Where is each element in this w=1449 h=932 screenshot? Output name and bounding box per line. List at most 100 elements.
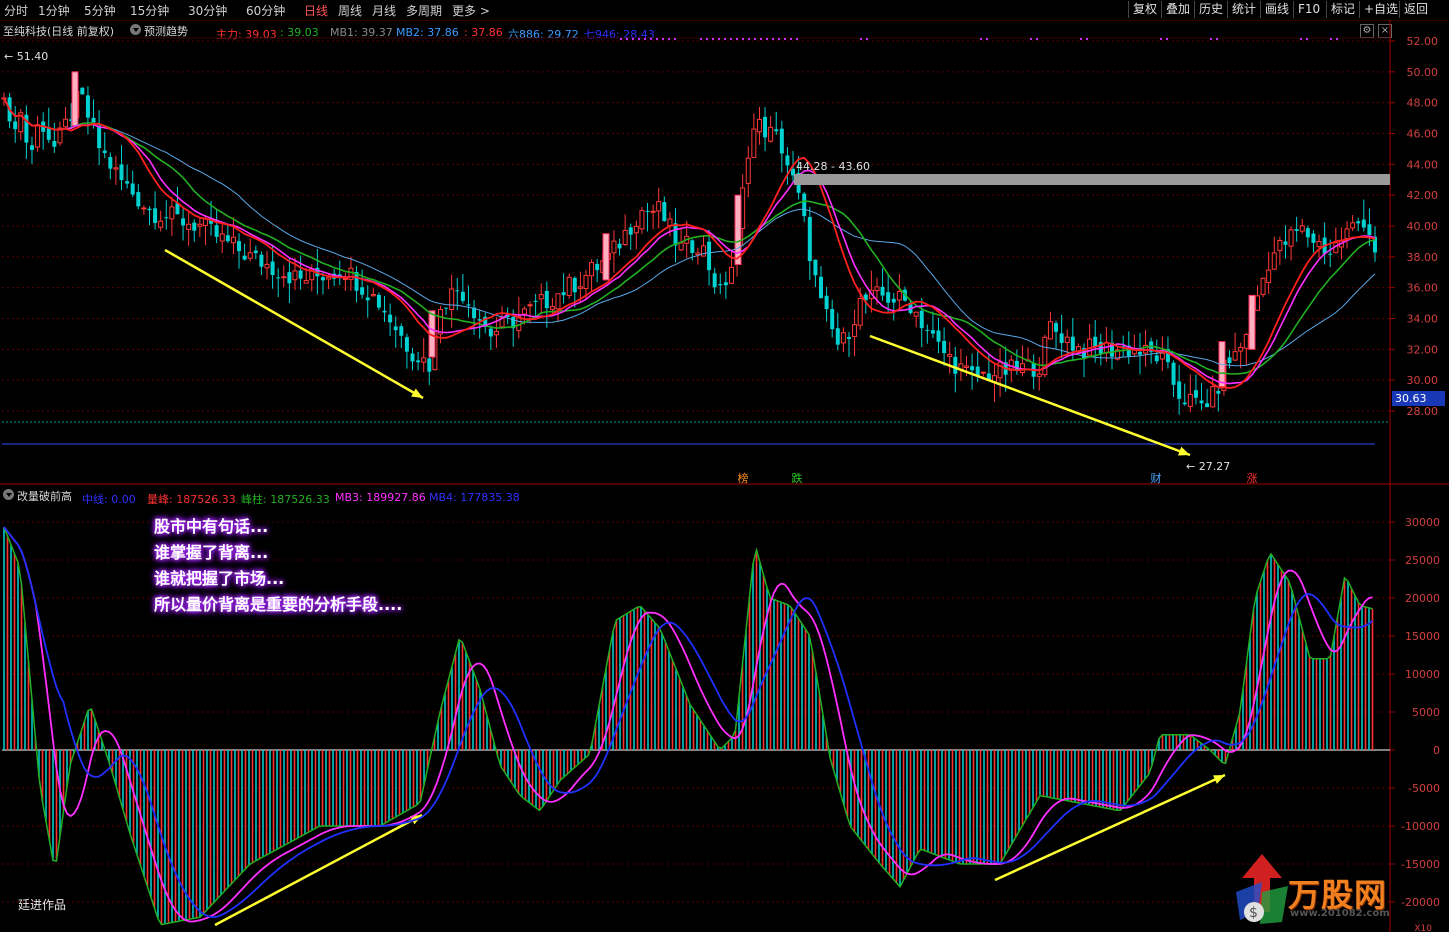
candle-body (113, 167, 119, 170)
candle-body (181, 218, 186, 226)
price-axis-label: 48.00 (1407, 97, 1439, 110)
candle-body (656, 201, 662, 212)
signal-dot (656, 38, 658, 40)
watermark-url: www.201082.com (1290, 908, 1390, 919)
candle-body (589, 262, 595, 277)
candle-body (1059, 333, 1064, 343)
signal-dot (784, 38, 786, 40)
candle-body (393, 326, 398, 331)
candle-body (365, 297, 370, 301)
signal-dot (712, 38, 714, 40)
candle-body (1277, 239, 1283, 251)
signal-dot (748, 38, 750, 40)
candle-body (169, 206, 175, 220)
candle-body (427, 358, 432, 372)
candle-body (802, 193, 807, 217)
volume-axis-label: 5000 (1412, 706, 1440, 719)
low-label: ← 27.27 (1186, 460, 1230, 473)
signal-dot (796, 38, 798, 40)
candle-body (287, 272, 292, 284)
chart-canvas[interactable]: 52.00 50.00 48.00 46.00 44.00 42.00 40.00 38.00… (0, 0, 1449, 932)
event-marker: 榜 (738, 471, 749, 485)
signal-dot (1160, 38, 1162, 40)
divergence-arrowhead (1178, 446, 1190, 456)
candle-body (237, 241, 242, 252)
candle-body (1187, 393, 1193, 407)
candle-body (52, 141, 57, 147)
candle-body (97, 125, 102, 148)
volume-axis-label: 10000 (1405, 668, 1440, 681)
candle-body (673, 223, 678, 246)
candle-body (1210, 386, 1216, 408)
candle-body (751, 128, 757, 158)
signal-dot (626, 38, 628, 40)
candle-body (416, 360, 421, 363)
candle-body (874, 286, 880, 292)
candle-body (527, 304, 533, 307)
candle-body (29, 145, 34, 150)
candle-body (1316, 241, 1322, 248)
candle-body (728, 266, 734, 284)
candle-body (734, 194, 742, 266)
event-marker: 跌 (792, 471, 803, 485)
candle-body (192, 222, 197, 231)
candle-body (723, 282, 728, 286)
candle-body (125, 181, 130, 184)
ma-line (3, 97, 1376, 367)
candle-body (549, 306, 555, 310)
annotation-text: 股市中有句话... 谁掌握了背离... 谁就把握了市场... 所以量价背离是重要… (150, 514, 470, 620)
candle-body (1154, 355, 1159, 362)
candle-body (611, 240, 617, 254)
candle-body (712, 273, 717, 288)
candle-body (298, 270, 303, 279)
signal-dot (766, 38, 768, 40)
candle-body (774, 129, 779, 132)
candle-body (633, 225, 639, 234)
candle-body (662, 202, 667, 222)
volume-axis-label: -5000 (1408, 782, 1440, 795)
candle-body (913, 311, 919, 317)
signal-dot (736, 38, 738, 40)
candle-body (824, 295, 829, 310)
candle-body (1344, 228, 1350, 240)
volume-axis-label: 15000 (1405, 630, 1440, 643)
candle-body (763, 116, 768, 138)
volume-axis-label: 25000 (1405, 554, 1440, 567)
price-axis-label: 32.00 (1407, 343, 1439, 356)
candle-body (936, 330, 941, 342)
candle-body (130, 183, 135, 195)
candle-body (247, 252, 253, 259)
candle-body (264, 263, 270, 269)
candle-body (1205, 403, 1210, 408)
candle-body (718, 284, 723, 286)
candle-body (779, 128, 784, 154)
candle-body (493, 330, 499, 336)
candle-body (830, 309, 835, 330)
candle-body (1232, 351, 1238, 361)
ma-line (3, 97, 1376, 385)
candle-body (108, 156, 113, 169)
candle-body (1288, 229, 1294, 247)
candle-body (370, 294, 376, 297)
candle-body (555, 293, 561, 310)
candle-body (1305, 228, 1310, 238)
candle-body (466, 304, 471, 306)
candle-body (572, 277, 577, 293)
candle-body (102, 150, 107, 154)
signal-dot (724, 38, 726, 40)
candle-body (276, 277, 281, 279)
candle-body (1137, 351, 1142, 355)
candle-body (253, 250, 258, 254)
candle-body (1054, 323, 1059, 332)
candle-body (136, 192, 141, 207)
candle-body (1238, 346, 1244, 352)
candle-body (980, 371, 986, 374)
price-axis-label: 42.00 (1407, 189, 1439, 202)
candle-body (1254, 295, 1260, 311)
signal-dot (700, 38, 702, 40)
candle-body (1227, 357, 1232, 364)
candle-body (399, 326, 404, 336)
candle-body (1216, 391, 1221, 394)
candle-body (1350, 222, 1356, 229)
candle-body (1367, 224, 1372, 236)
